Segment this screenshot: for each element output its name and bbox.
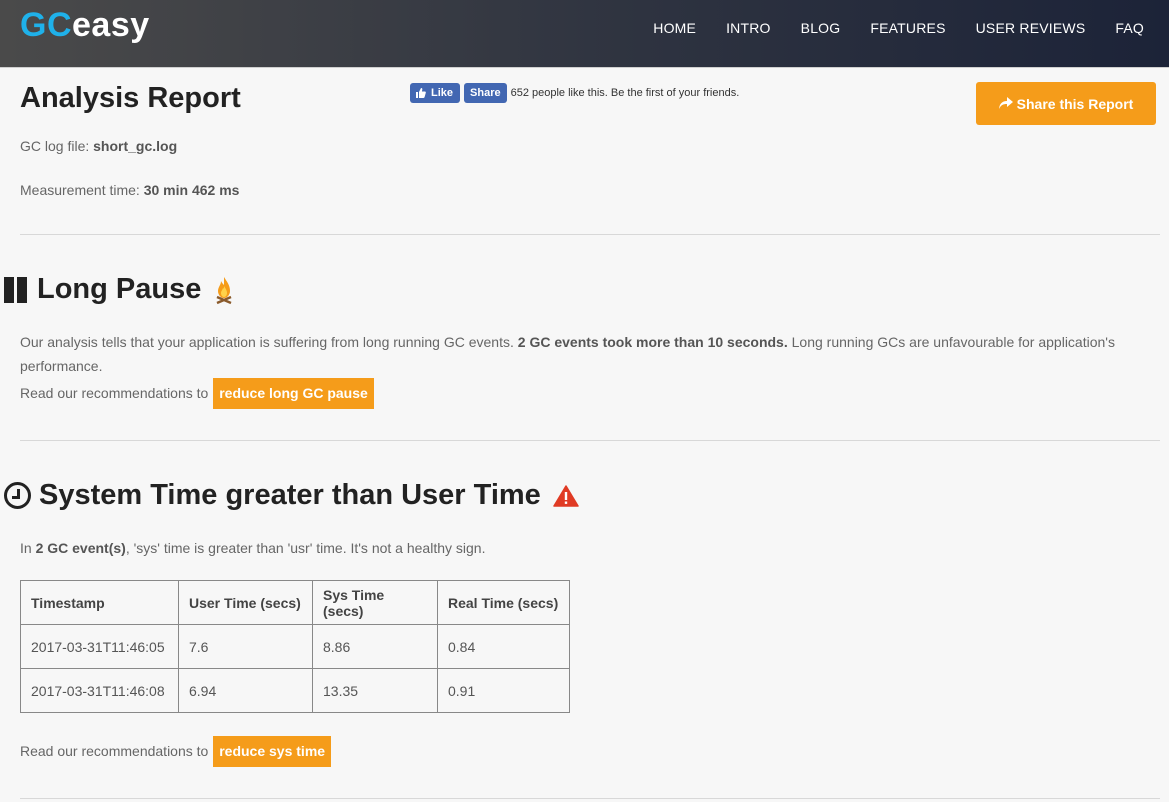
nav-intro[interactable]: INTRO: [726, 20, 771, 36]
long-pause-rec-text: Read our recommendations to: [20, 385, 213, 401]
reduce-long-gc-pause-button[interactable]: reduce long GC pause: [213, 378, 374, 409]
nav-faq[interactable]: FAQ: [1115, 20, 1144, 36]
clock-icon: [4, 482, 31, 509]
top-navbar: GCeasy HOME INTRO BLOG FEATURES USER REV…: [0, 0, 1169, 68]
measurement-label: Measurement time:: [20, 182, 144, 198]
nav-features[interactable]: FEATURES: [870, 20, 945, 36]
sys-time-text-a: In: [20, 540, 36, 556]
logo-gc-text: GC: [20, 6, 72, 44]
sys-time-text-bold: 2 GC event(s): [35, 540, 126, 556]
divider: [20, 234, 1160, 235]
sys-time-recommendation: Read our recommendations to reduce sys t…: [20, 736, 1120, 767]
gc-log-label: GC log file:: [20, 138, 94, 154]
long-pause-text-bold: 2 GC events took more than 10 seconds.: [517, 334, 788, 350]
measurement-time: Measurement time: 30 min 462 ms: [20, 182, 239, 198]
cell-timestamp: 2017-03-31T11:46:08: [20, 668, 179, 713]
sys-time-table: Timestamp User Time (secs) Sys Time (sec…: [20, 580, 570, 713]
cell-user-time: 7.6: [178, 624, 313, 669]
cell-real-time: 0.91: [437, 668, 570, 713]
cell-real-time: 0.84: [437, 624, 570, 669]
long-pause-text-a: Our analysis tells that your application…: [20, 334, 518, 350]
fire-icon: [216, 276, 232, 304]
share-report-button[interactable]: Share this Report: [976, 82, 1156, 125]
main-nav: HOME INTRO BLOG FEATURES USER REVIEWS FA…: [653, 20, 1169, 36]
nav-user-reviews[interactable]: USER REVIEWS: [976, 20, 1086, 36]
table-row: 2017-03-31T11:46:05 7.6 8.86 0.84: [20, 624, 570, 669]
fb-like-label: Like: [431, 87, 454, 99]
logo-easy-text: easy: [72, 6, 150, 44]
cell-sys-time: 8.86: [312, 624, 438, 669]
page-title: Analysis Report: [20, 82, 241, 114]
cell-user-time: 6.94: [178, 668, 313, 713]
sys-time-rec-text: Read our recommendations to: [20, 743, 213, 759]
share-report-label: Share this Report: [1016, 95, 1134, 112]
long-pause-recommendation: Read our recommendations to reduce long …: [20, 378, 1120, 409]
long-pause-description: Our analysis tells that your application…: [20, 330, 1120, 378]
cell-timestamp: 2017-03-31T11:46:05: [20, 624, 179, 669]
facebook-widget: Like Share 652 people like this. Be the …: [410, 83, 739, 103]
sys-time-text-b: , 'sys' time is greater than 'usr' time.…: [125, 540, 486, 556]
fb-share-button[interactable]: Share: [464, 83, 507, 103]
table-header-row: Timestamp User Time (secs) Sys Time (sec…: [20, 580, 570, 625]
sys-time-description: In 2 GC event(s), 'sys' time is greater …: [20, 536, 1120, 560]
long-pause-title: Long Pause: [37, 273, 202, 305]
divider: [20, 440, 1160, 441]
gc-log-file: GC log file: short_gc.log: [20, 138, 177, 154]
sys-time-heading: System Time greater than User Time: [4, 479, 579, 512]
col-timestamp: Timestamp: [20, 580, 179, 625]
gceasy-logo[interactable]: GCeasy: [20, 6, 150, 45]
share-icon: [998, 96, 1013, 112]
table-row: 2017-03-31T11:46:08 6.94 13.35 0.91: [20, 668, 570, 713]
long-pause-heading: Long Pause: [4, 273, 233, 306]
measurement-value: 30 min 462 ms: [143, 182, 240, 198]
col-real-time: Real Time (secs): [437, 580, 570, 625]
warning-icon: [553, 484, 579, 507]
reduce-sys-time-button[interactable]: reduce sys time: [213, 736, 332, 767]
divider: [20, 798, 1160, 799]
col-sys-time: Sys Time (secs): [312, 580, 438, 625]
fb-like-button[interactable]: Like: [410, 83, 461, 103]
fb-like-count: 652 people like this. Be the first of yo…: [510, 87, 740, 99]
nav-home[interactable]: HOME: [653, 20, 696, 36]
col-user-time: User Time (secs): [178, 580, 313, 625]
sys-time-title: System Time greater than User Time: [39, 479, 541, 511]
nav-blog[interactable]: BLOG: [801, 20, 841, 36]
gc-log-value: short_gc.log: [93, 138, 178, 154]
thumbs-up-icon: [416, 88, 426, 98]
pause-icon: [4, 276, 30, 303]
cell-sys-time: 13.35: [312, 668, 438, 713]
